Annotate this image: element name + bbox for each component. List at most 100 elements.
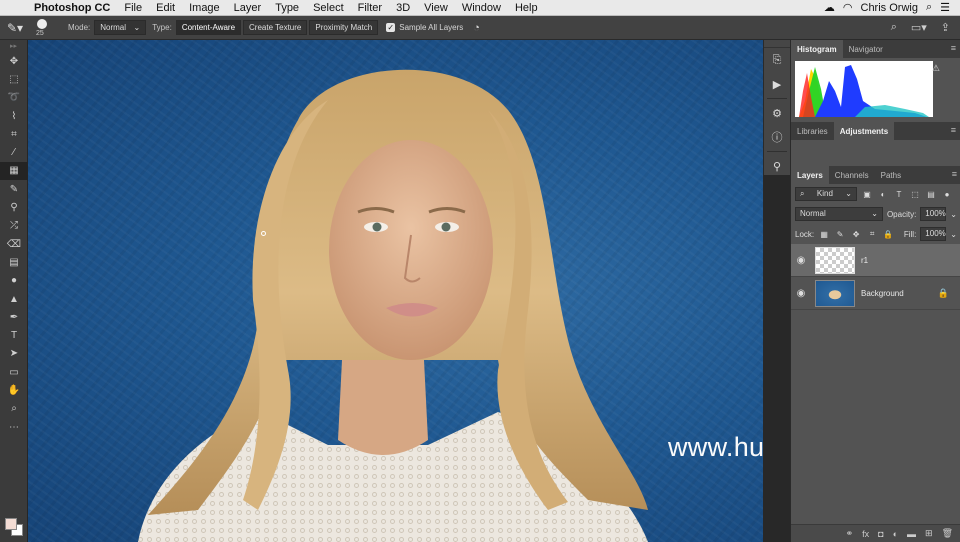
spotlight-search-icon[interactable]: ⌕ [926, 1, 932, 14]
history-panel-icon[interactable]: ⎘ [764, 48, 790, 72]
layer-style-fx-icon[interactable]: fx [862, 529, 869, 539]
chevron-down-icon[interactable]: ⌄ [950, 230, 957, 239]
brush-preset-picker[interactable]: 25 [30, 17, 56, 39]
pixel-filter-icon[interactable]: ▣ [861, 190, 873, 199]
shape-tool-icon[interactable]: ▭ [0, 363, 28, 381]
eyedropper-tool-icon[interactable]: ⁄ [0, 143, 28, 161]
marquee-tool-icon[interactable]: ⬚ [0, 70, 28, 88]
menu-select[interactable]: Select [306, 2, 351, 14]
hand-tool-icon[interactable]: ✋ [0, 381, 28, 399]
type-filter-icon[interactable]: T [893, 190, 905, 199]
lasso-tool-icon[interactable]: ➰ [0, 89, 28, 107]
spot-healing-brush-tool-icon[interactable]: ▦ [0, 161, 28, 181]
history-brush-tool-icon[interactable]: ⤮ [0, 217, 28, 235]
workspace-icon[interactable]: ▭▾ [911, 21, 927, 34]
brush-tool-icon[interactable]: ✎ [0, 180, 28, 198]
lock-transparent-icon[interactable]: ▦ [818, 230, 830, 239]
menu-window[interactable]: Window [455, 2, 508, 14]
clone-stamp-tool-icon[interactable]: ⚲ [0, 198, 28, 216]
new-group-icon[interactable]: ▬ [907, 529, 916, 539]
new-adjustment-layer-icon[interactable]: ◐ [893, 529, 898, 539]
layer-name[interactable]: Background [861, 289, 904, 298]
lock-all-icon[interactable]: 🔒 [882, 230, 894, 239]
menu-image[interactable]: Image [182, 2, 227, 14]
wifi-icon[interactable]: ◠ [843, 1, 853, 14]
dock-grip[interactable] [764, 40, 790, 48]
zoom-tool-icon[interactable]: ⌕ [0, 400, 28, 418]
adjustment-filter-icon[interactable]: ◐ [877, 190, 889, 199]
menu-view[interactable]: View [417, 2, 455, 14]
crop-tool-icon[interactable]: ⌗ [0, 125, 28, 143]
type-create-texture-button[interactable]: Create Texture [243, 20, 308, 35]
edit-toolbar-icon[interactable]: ⋯ [0, 418, 28, 436]
tab-channels[interactable]: Channels [829, 166, 875, 184]
panel-menu-icon[interactable]: ≡ [952, 169, 957, 179]
lock-icon[interactable]: 🔒 [938, 288, 949, 299]
dodge-tool-icon[interactable]: ▲ [0, 290, 28, 308]
eraser-tool-icon[interactable]: ⌫ [0, 235, 28, 253]
menu-layer[interactable]: Layer [227, 2, 269, 14]
tab-adjustments[interactable]: Adjustments [833, 122, 895, 140]
properties-panel-icon[interactable]: ⚙ [764, 101, 790, 125]
filter-toggle-icon[interactable]: ● [941, 190, 953, 199]
visibility-eye-icon[interactable]: ◉ [791, 288, 811, 299]
menu-edit[interactable]: Edit [149, 2, 182, 14]
menu-filter[interactable]: Filter [351, 2, 389, 14]
menu-file[interactable]: File [117, 2, 149, 14]
tab-layers[interactable]: Layers [791, 166, 829, 184]
gradient-tool-icon[interactable]: ▤ [0, 253, 28, 271]
type-tool-icon[interactable]: T [0, 326, 28, 344]
sample-all-layers-checkbox[interactable]: ✓ [386, 23, 396, 32]
layer-kind-select[interactable]: ⌕ Kind ⌄ [795, 187, 857, 201]
new-layer-icon[interactable]: ⊞ [925, 528, 933, 539]
add-mask-icon[interactable]: ◘ [878, 529, 883, 539]
lock-image-icon[interactable]: ✎ [834, 230, 846, 239]
actions-play-icon[interactable]: ▶ [764, 72, 790, 96]
notification-center-icon[interactable]: ☰ [940, 1, 950, 14]
tab-navigator[interactable]: Navigator [843, 40, 889, 58]
tab-histogram[interactable]: Histogram [791, 40, 843, 58]
cached-data-warning-icon[interactable]: ⚠ [932, 63, 940, 74]
app-menu[interactable]: Photoshop CC [30, 2, 117, 14]
shape-filter-icon[interactable]: ⬚ [909, 190, 921, 199]
chevron-down-icon[interactable]: ⌄ [950, 210, 957, 219]
mode-select[interactable]: Normal ⌄ [94, 20, 147, 35]
pen-tool-icon[interactable]: ✒ [0, 308, 28, 326]
menu-help[interactable]: Help [508, 2, 545, 14]
lock-artboard-icon[interactable]: ⌗ [866, 229, 878, 239]
layer-name[interactable]: r1 [861, 256, 868, 265]
share-icon[interactable]: ⇪ [941, 21, 950, 34]
type-proximity-match-button[interactable]: Proximity Match [309, 20, 379, 35]
menu-3d[interactable]: 3D [389, 2, 417, 14]
healing-brush-preset-icon[interactable]: ✎▾ [0, 21, 30, 35]
panel-menu-icon[interactable]: ≡ [951, 125, 956, 135]
quick-selection-tool-icon[interactable]: ⌇ [0, 107, 28, 125]
creative-cloud-icon[interactable]: ☁ [824, 1, 835, 14]
blur-tool-icon[interactable]: ● [0, 272, 28, 290]
search-icon[interactable]: ⌕ [891, 21, 897, 34]
path-selection-tool-icon[interactable]: ➤ [0, 345, 28, 363]
foreground-color-swatch[interactable] [5, 518, 17, 530]
menu-type[interactable]: Type [268, 2, 306, 14]
blend-mode-select[interactable]: Normal ⌄ [795, 207, 883, 221]
opacity-field[interactable]: 100% [920, 207, 947, 221]
lock-position-icon[interactable]: ✥ [850, 230, 862, 239]
visibility-eye-icon[interactable]: ◉ [791, 255, 811, 266]
layer-row-r1[interactable]: ◉ r1 [791, 244, 960, 277]
info-panel-icon[interactable]: ⓘ [764, 125, 790, 149]
fill-field[interactable]: 100% [920, 227, 947, 241]
document-canvas[interactable] [28, 40, 763, 542]
toolbar-grip[interactable]: ▸▸ [0, 40, 27, 52]
panel-menu-icon[interactable]: ≡ [951, 43, 956, 53]
type-content-aware-button[interactable]: Content-Aware [175, 20, 242, 35]
pressure-size-icon[interactable]: ◔ [473, 22, 480, 34]
tab-paths[interactable]: Paths [875, 166, 907, 184]
layer-row-background[interactable]: ◉ Background 🔒 [791, 277, 960, 310]
tab-libraries[interactable]: Libraries [791, 122, 834, 140]
link-layers-icon[interactable]: ⚭ [846, 528, 854, 539]
delete-layer-icon[interactable]: 🗑 [942, 528, 953, 539]
smart-object-filter-icon[interactable]: ▤ [925, 190, 937, 199]
move-tool-icon[interactable]: ✥ [0, 52, 28, 70]
color-swatches[interactable] [3, 514, 25, 536]
user-name[interactable]: Chris Orwig [861, 2, 918, 14]
